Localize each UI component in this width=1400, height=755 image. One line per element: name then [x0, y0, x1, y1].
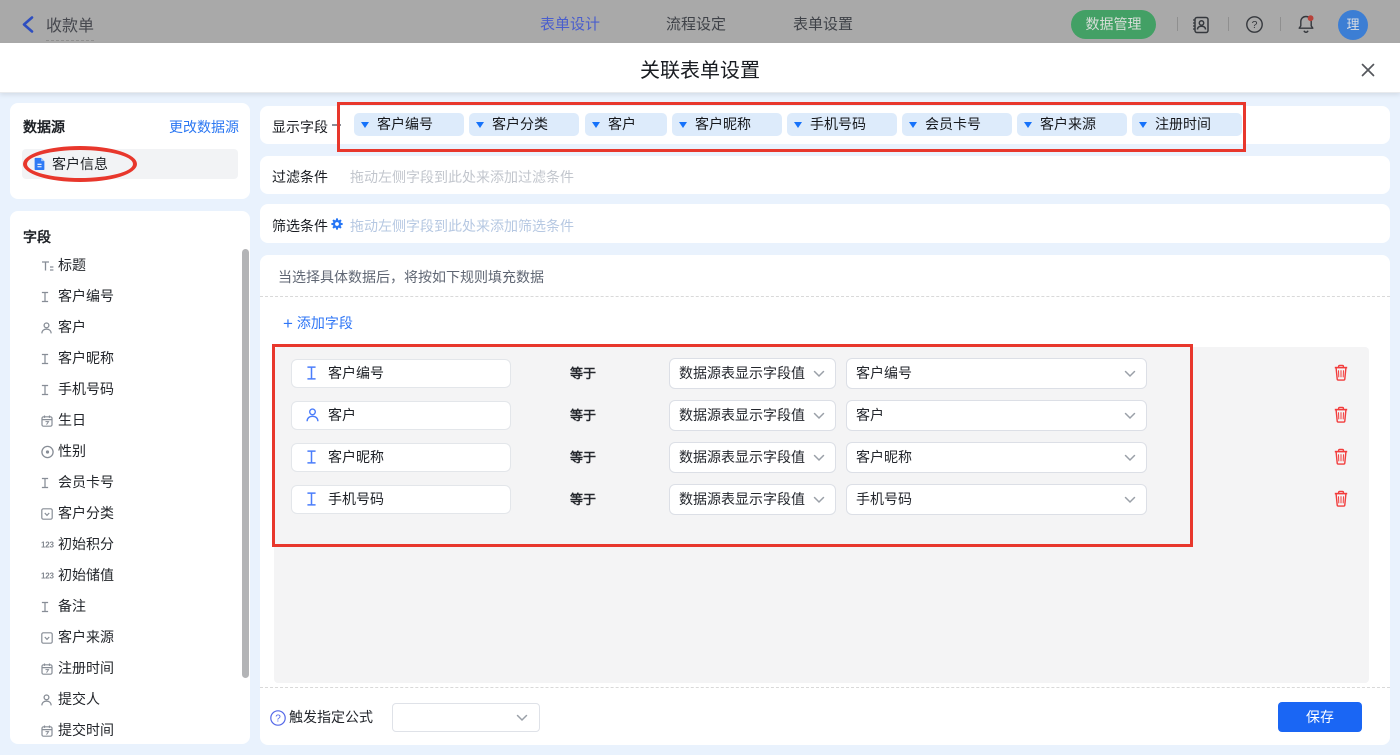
svg-text:?: ?: [1252, 19, 1258, 31]
svg-text:?: ?: [275, 714, 281, 725]
